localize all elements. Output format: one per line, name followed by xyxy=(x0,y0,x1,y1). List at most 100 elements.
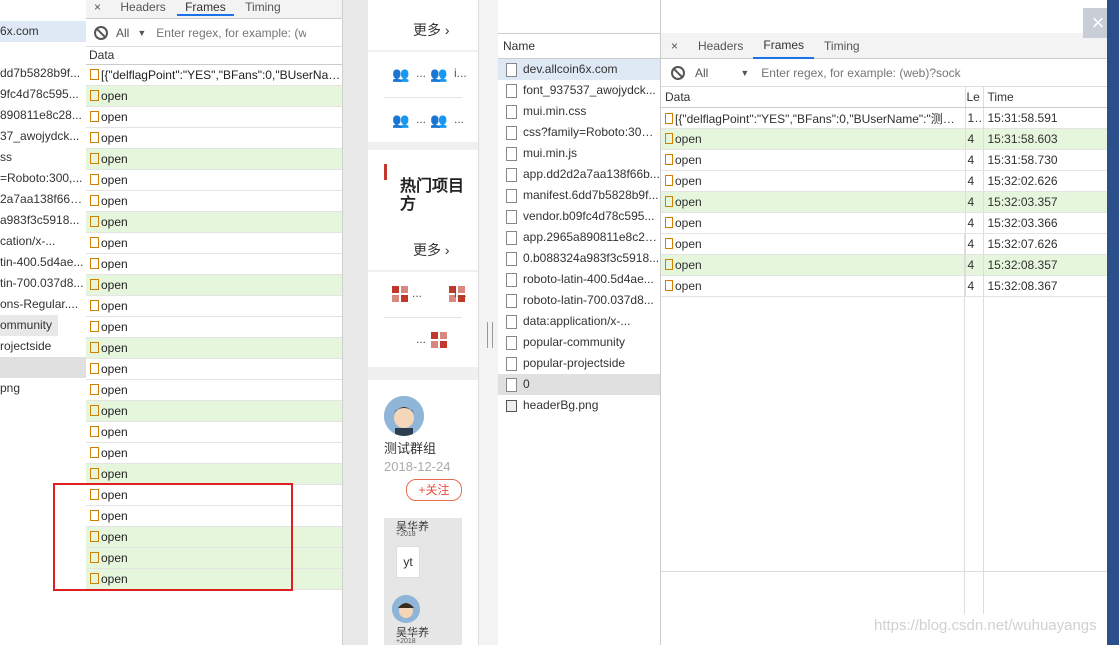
request-item[interactable]: mui.min.js xyxy=(498,143,660,164)
left-frame-row[interactable]: open xyxy=(86,170,342,191)
request-item[interactable]: dev.allcoin6x.com xyxy=(498,59,660,80)
left-frame-row[interactable]: open xyxy=(86,422,342,443)
left-request-item[interactable]: 890811e8c28... xyxy=(0,105,86,126)
column-length[interactable]: Le xyxy=(965,87,984,108)
request-item[interactable]: roboto-latin-700.037d8... xyxy=(498,290,660,311)
frame-row[interactable]: open 4 15:32:08.367 xyxy=(661,275,1107,297)
left-frame-row[interactable]: open xyxy=(86,380,342,401)
left-frame-row[interactable]: open xyxy=(86,107,342,128)
left-request-item[interactable]: png xyxy=(0,378,86,399)
regex-input[interactable] xyxy=(759,64,964,81)
request-item[interactable]: popular-projectside xyxy=(498,353,660,374)
frame-row[interactable]: open 4 15:32:02.626 xyxy=(661,170,1107,192)
left-request-item[interactable]: 2a7aa138f66b... xyxy=(0,189,86,210)
left-frame-row[interactable]: open xyxy=(86,275,342,296)
frame-row[interactable]: open 4 15:32:08.357 xyxy=(661,254,1107,276)
request-item[interactable]: mui.min.css xyxy=(498,101,660,122)
frame-row[interactable]: open 4 15:32:03.357 xyxy=(661,191,1107,213)
filter-all[interactable]: All xyxy=(695,66,708,80)
left-request-item[interactable] xyxy=(0,357,86,378)
left-request-item[interactable]: dd7b5828b9f... xyxy=(0,63,86,84)
splitter[interactable] xyxy=(342,0,369,645)
chevron-down-icon[interactable]: ▼ xyxy=(137,28,146,38)
frame-row[interactable]: open 4 15:31:58.603 xyxy=(661,128,1107,150)
left-frame-row[interactable]: open xyxy=(86,317,342,338)
left-frame-row[interactable]: open xyxy=(86,212,342,233)
avatar[interactable] xyxy=(384,396,424,436)
left-request-item[interactable]: tin-700.037d8... xyxy=(0,273,86,294)
left-frame-row[interactable]: open xyxy=(86,359,342,380)
frame-length: 4 xyxy=(965,149,984,171)
left-request-item[interactable]: 9fc4d78c595... xyxy=(0,84,86,105)
frame-row[interactable]: open 4 15:32:03.366 xyxy=(661,212,1107,234)
left-frame-row[interactable]: open xyxy=(86,128,342,149)
left-request-item[interactable]: 6x.com xyxy=(0,21,86,42)
request-item[interactable]: font_937537_awojydck... xyxy=(498,80,660,101)
left-frame-row[interactable]: open xyxy=(86,254,342,275)
request-item[interactable]: manifest.6dd7b5828b9f... xyxy=(498,185,660,206)
clear-icon[interactable] xyxy=(671,65,685,80)
drag-handle[interactable] xyxy=(478,0,499,645)
request-item[interactable]: app.2965a890811e8c28... xyxy=(498,227,660,248)
left-frame-row[interactable]: open xyxy=(86,443,342,464)
close-icon[interactable]: × xyxy=(661,34,688,58)
frame-row[interactable]: open 4 15:32:07.626 xyxy=(661,233,1107,255)
more-link-1[interactable]: 更多 › xyxy=(413,20,450,40)
left-tab-timing[interactable]: Timing xyxy=(237,0,289,14)
left-request-item[interactable]: =Roboto:300,... xyxy=(0,168,86,189)
document-icon xyxy=(506,230,517,245)
left-request-item[interactable]: rojectside xyxy=(0,336,86,357)
tab-frames[interactable]: Frames xyxy=(753,33,815,59)
request-item[interactable]: 0 xyxy=(498,374,660,395)
left-request-item[interactable]: tin-400.5d4ae... xyxy=(0,252,86,273)
follow-button[interactable]: +关注 xyxy=(406,479,462,501)
tab-timing[interactable]: Timing xyxy=(814,34,870,58)
request-item[interactable]: app.dd2d2a7aa138f66b... xyxy=(498,164,660,185)
request-item[interactable]: data:application/x-... xyxy=(498,311,660,332)
left-frame-text: open xyxy=(101,131,128,145)
left-frame-row[interactable]: open xyxy=(86,233,342,254)
left-request-item[interactable]: cation/x-... xyxy=(0,231,86,252)
request-item[interactable]: 0.b088324a983f3c5918... xyxy=(498,248,660,269)
column-time[interactable]: Time xyxy=(983,87,1107,108)
request-item[interactable]: vendor.b09fc4d78c595... xyxy=(498,206,660,227)
chevron-down-icon[interactable]: ▼ xyxy=(740,68,749,78)
left-frame-row[interactable]: open xyxy=(86,296,342,317)
request-item[interactable]: css?family=Roboto:300,... xyxy=(498,122,660,143)
left-frame-row[interactable]: open xyxy=(86,401,342,422)
left-regex-input[interactable] xyxy=(154,24,309,41)
column-data[interactable]: Data xyxy=(661,87,966,108)
frame-row[interactable]: open 4 15:31:58.730 xyxy=(661,149,1107,171)
left-frame-first[interactable]: [{"delflagPoint":"YES","BFans":0,"BUserN… xyxy=(86,65,342,86)
request-item[interactable]: popular-community xyxy=(498,332,660,353)
left-request-item[interactable]: ss xyxy=(0,147,86,168)
left-request-item[interactable]: a983f3c5918... xyxy=(0,210,86,231)
document-icon xyxy=(506,62,517,77)
tab-headers[interactable]: Headers xyxy=(688,34,753,58)
left-frame-row[interactable]: open xyxy=(86,149,342,170)
left-frame-row[interactable]: open xyxy=(86,338,342,359)
more-link-2[interactable]: 更多 › xyxy=(413,240,450,260)
left-frame-row[interactable]: open xyxy=(86,191,342,212)
left-filter-all[interactable]: All xyxy=(116,26,129,40)
document-icon xyxy=(506,146,517,161)
name-column-header[interactable]: Name xyxy=(498,34,660,59)
left-frame-text: open xyxy=(101,383,128,397)
left-tab-frames[interactable]: Frames xyxy=(177,0,234,16)
avatar[interactable] xyxy=(392,595,420,623)
document-icon xyxy=(506,83,517,98)
left-request-item[interactable]: 37_awojydck... xyxy=(0,126,86,147)
request-item[interactable]: headerBg.png xyxy=(498,395,660,416)
frame-arrow-icon xyxy=(90,237,99,248)
left-request-item[interactable] xyxy=(0,42,86,63)
clear-icon[interactable] xyxy=(94,25,108,40)
left-frame-row[interactable]: open xyxy=(86,464,342,485)
frame-row[interactable]: [{"delflagPoint":"YES","BFans":0,"BUserN… xyxy=(661,107,1107,129)
column-divider xyxy=(964,234,984,614)
left-frame-row[interactable]: open xyxy=(86,86,342,107)
left-tab-headers[interactable]: Headers xyxy=(112,0,173,14)
left-request-item[interactable]: ons-Regular.... xyxy=(0,294,86,315)
left-request-item[interactable]: ommunity xyxy=(0,315,58,336)
request-item[interactable]: roboto-latin-400.5d4ae... xyxy=(498,269,660,290)
left-close-icon[interactable]: × xyxy=(86,0,109,14)
